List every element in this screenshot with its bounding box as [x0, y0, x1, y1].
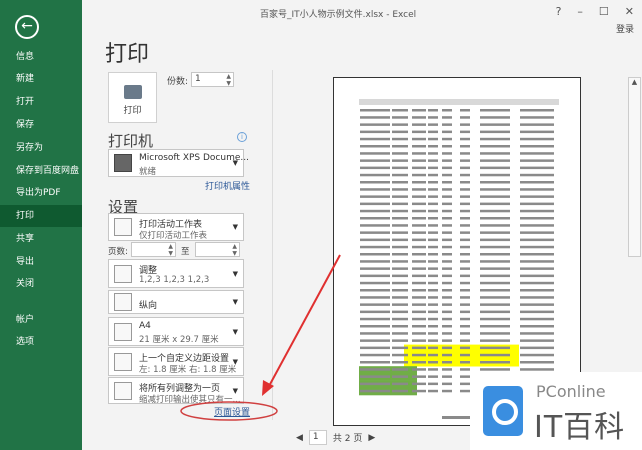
watermark-brand: PConline [536, 382, 606, 401]
arrow-head [262, 380, 274, 396]
annotation-circle [180, 401, 278, 421]
annotation-arrow [267, 254, 341, 389]
search-logo-icon [483, 386, 523, 436]
watermark-logo: PConline IT百科 [470, 372, 642, 450]
watermark-name: IT百科 [534, 410, 626, 445]
